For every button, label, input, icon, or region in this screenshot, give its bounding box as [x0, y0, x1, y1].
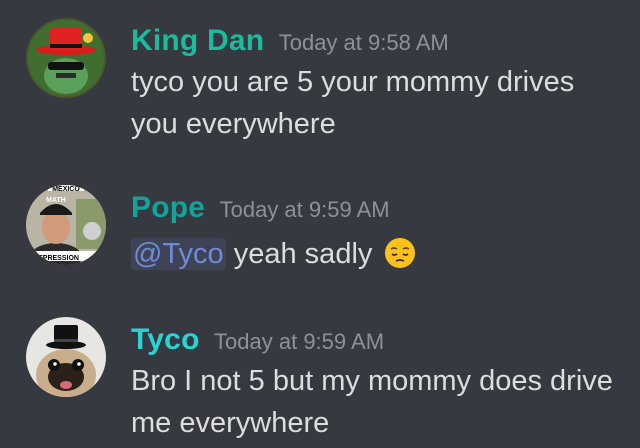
red-top-hat-character-avatar[interactable]: [26, 18, 106, 98]
message-text: Bro I not 5 but my mommy does drive me e…: [131, 365, 613, 439]
photo-avatar[interactable]: MEXICO MATH DEPRESSION: [26, 185, 106, 265]
timestamp: Today at 9:58 AM: [278, 30, 449, 55]
timestamp: Today at 9:59 AM: [214, 329, 385, 354]
username[interactable]: Pope: [131, 191, 205, 224]
avatar-text: MATH: [46, 197, 66, 204]
avatar-text: DEPRESSION: [33, 255, 79, 262]
message-text: tyco you are 5 your mommy drives you eve…: [131, 66, 575, 140]
timestamp: Today at 9:59 AM: [219, 197, 390, 222]
pensive-face-emoji: [384, 237, 416, 281]
pug-top-hat-avatar[interactable]: [26, 317, 106, 397]
message-text: @Tyco yeah sadly: [131, 233, 621, 281]
avatar-text: MEXICO: [52, 186, 80, 193]
username[interactable]: King Dan: [131, 24, 264, 57]
user-mention[interactable]: @Tyco: [131, 238, 226, 270]
chat-messages: King Dan Today at 9:58 AM tyco you are 5…: [0, 0, 640, 448]
message-body: yeah sadly: [225, 238, 373, 270]
username[interactable]: Tyco: [131, 323, 200, 356]
